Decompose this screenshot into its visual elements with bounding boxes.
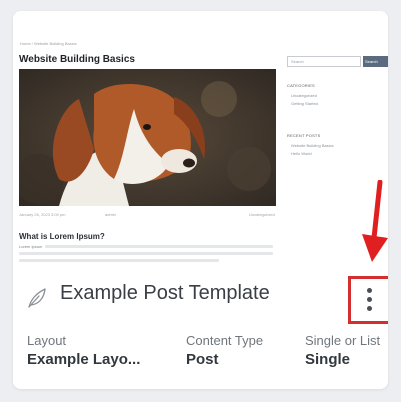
preview-text-line [45, 245, 273, 248]
preview-recent-item: Website Building Basics [291, 143, 334, 148]
layout-value: Example Layo... [27, 351, 141, 368]
preview-text-line [19, 259, 219, 262]
template-preview[interactable]: Home / Website Building Basics Website B… [13, 11, 388, 266]
preview-category-item: Uncategorized [291, 93, 317, 98]
preview-breadcrumb: Home / Website Building Basics [20, 41, 77, 46]
preview-category-item: Getting Started [291, 101, 318, 106]
preview-text-line [19, 252, 273, 255]
feather-icon [28, 288, 46, 308]
preview-recent-heading: RECENT POSTS [287, 133, 321, 138]
preview-categories-heading: CATEGORIES [287, 83, 315, 88]
preview-recent-item: Hello World [291, 151, 312, 156]
single-or-list-label: Single or List [305, 333, 381, 348]
preview-meta-author: admin [105, 212, 116, 217]
preview-post-title: Website Building Basics [19, 54, 135, 65]
vertical-dots-icon [367, 288, 372, 293]
template-title[interactable]: Example Post Template [60, 282, 270, 305]
single-or-list-value: Single [305, 351, 351, 368]
preview-dog-photo [19, 69, 276, 206]
preview-lorem-lead: Lorem Ipsum [19, 244, 43, 249]
template-card-footer: Example Post Template Layout Example Lay… [13, 266, 388, 389]
preview-meta-date: January 26, 2023 3:00 pm [19, 212, 66, 217]
preview-meta-category: Uncategorized [249, 212, 275, 217]
preview-subheading: What is Lorem Ipsum? [19, 232, 105, 241]
more-options-button[interactable] [348, 276, 388, 324]
preview-search-button: Search [363, 56, 388, 67]
template-card[interactable]: Home / Website Building Basics Website B… [13, 11, 388, 389]
red-arrow-annotation [362, 180, 388, 262]
layout-label: Layout [27, 333, 67, 348]
preview-search-input: Search [287, 56, 361, 67]
vertical-dots-icon [367, 297, 372, 302]
content-type-label: Content Type [186, 333, 264, 348]
content-type-value: Post [186, 351, 219, 368]
vertical-dots-icon [367, 306, 372, 311]
